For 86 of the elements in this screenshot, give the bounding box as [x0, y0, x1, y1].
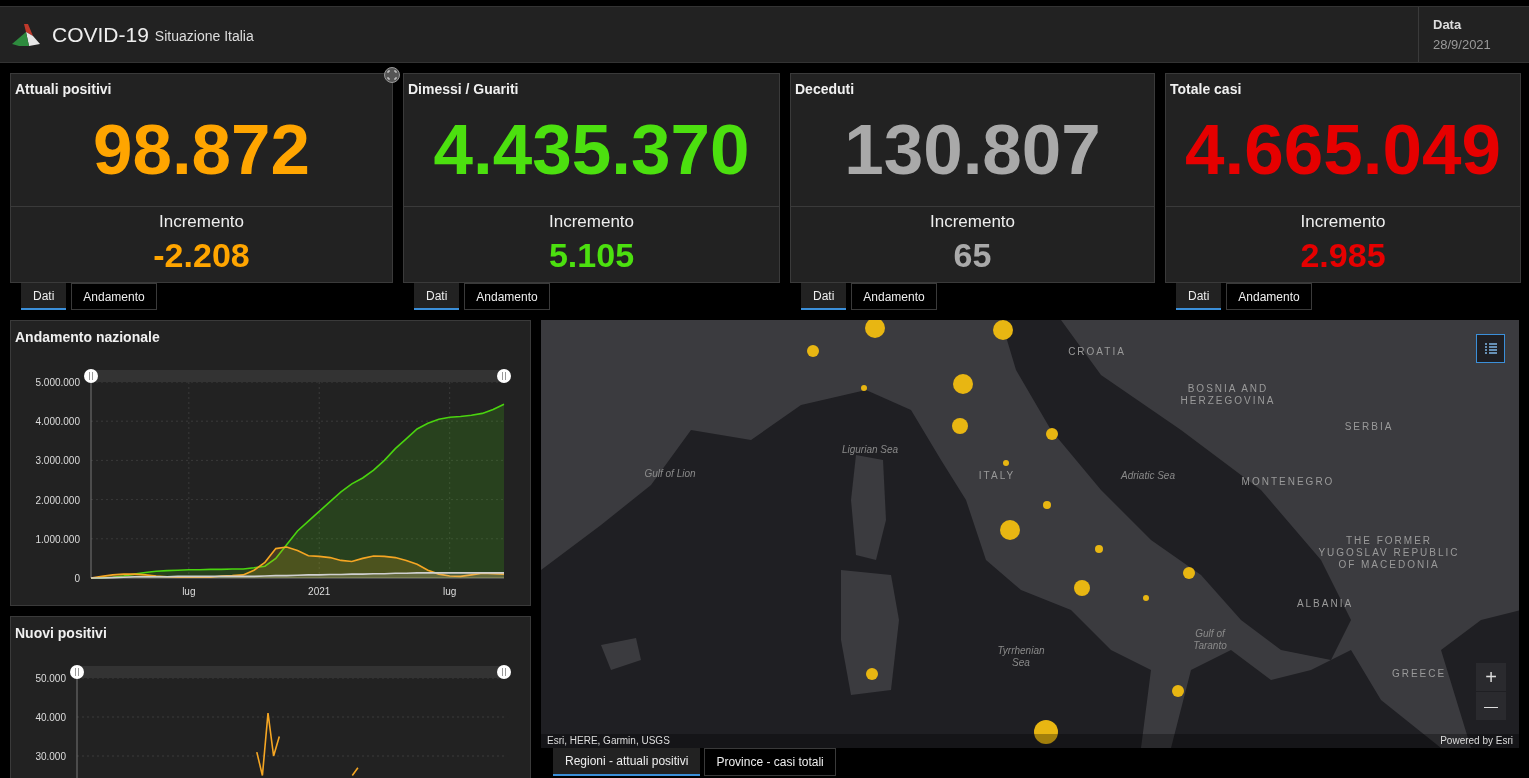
- axis-label: 0: [74, 573, 80, 584]
- tab[interactable]: Andamento: [851, 283, 937, 310]
- tab[interactable]: Dati: [1176, 283, 1222, 310]
- tab[interactable]: Andamento: [464, 283, 550, 310]
- axis-label: 2021: [308, 586, 331, 597]
- legend-button[interactable]: [1476, 334, 1505, 363]
- tab[interactable]: Dati: [414, 283, 460, 310]
- axis-label: 3.000.000: [35, 455, 80, 467]
- axis-label: 2.000.000: [35, 494, 80, 506]
- map-marker[interactable]: [1172, 685, 1184, 697]
- axis-label: lug: [443, 586, 457, 597]
- map-label: GREECE: [1391, 668, 1447, 680]
- card-increment: 2.985: [1299, 234, 1387, 275]
- tab[interactable]: Andamento: [1226, 283, 1312, 310]
- card-value: 4.435.370: [432, 110, 751, 190]
- map-marker[interactable]: [952, 418, 968, 434]
- card-value: 130.807: [843, 110, 1102, 190]
- card-label: Incremento: [547, 211, 635, 233]
- card-label: Incremento: [1299, 211, 1387, 233]
- axis-label: lug: [182, 586, 196, 597]
- card-title: Attuali positivi: [15, 80, 113, 99]
- axis-label: 50.000: [35, 673, 66, 684]
- map-label: CROATIA: [1068, 346, 1126, 358]
- card-value: 98.872: [91, 110, 312, 190]
- map-marker[interactable]: [1046, 428, 1058, 440]
- map-label: Gulf of Taranto: [1192, 628, 1228, 652]
- card-increment: -2.208: [152, 234, 251, 275]
- map-marker[interactable]: [1183, 567, 1195, 579]
- map-marker[interactable]: [1000, 520, 1020, 540]
- map-marker[interactable]: [993, 320, 1013, 340]
- expand-icon[interactable]: [384, 67, 400, 83]
- map-label: ITALY: [978, 470, 1016, 482]
- axis-label: 40.000: [35, 712, 66, 723]
- card-increment: 65: [952, 234, 993, 275]
- card-title: Deceduti: [795, 80, 856, 99]
- map-marker[interactable]: [1003, 460, 1009, 466]
- tab[interactable]: Regioni - attuali positivi: [553, 748, 701, 776]
- axis-label: 5.000.000: [35, 377, 80, 388]
- slider-handle[interactable]: [70, 665, 84, 679]
- map-marker[interactable]: [866, 668, 878, 680]
- card-increment: 5.105: [547, 234, 636, 275]
- map-label: Gulf of Lion: [644, 468, 696, 480]
- map-marker[interactable]: [807, 345, 819, 357]
- map-marker[interactable]: [861, 385, 867, 391]
- axis-label: 1.000.000: [35, 533, 80, 545]
- list-icon: [1482, 340, 1499, 357]
- map-attribution[interactable]: Powered by Esri: [1440, 734, 1513, 748]
- map-label: Tyrrhenian Sea: [996, 645, 1046, 669]
- slider-handle[interactable]: [497, 665, 511, 679]
- map-label: ALBANIA: [1296, 598, 1354, 610]
- card-title: Totale casi: [1170, 80, 1243, 99]
- map-label: Ligurian Sea: [841, 444, 899, 456]
- chart-title: Nuovi positivi: [15, 624, 108, 643]
- map-marker[interactable]: [1074, 580, 1090, 596]
- map-label: Adriatic Sea: [1121, 470, 1175, 482]
- map-marker[interactable]: [953, 374, 973, 394]
- card-label: Incremento: [157, 211, 245, 233]
- map-marker[interactable]: [1043, 501, 1051, 509]
- map-label: SERBIA: [1344, 421, 1394, 433]
- zoom-out-button[interactable]: —: [1476, 692, 1506, 720]
- axis-label: 30.000: [35, 751, 66, 762]
- zoom-in-button[interactable]: +: [1476, 663, 1506, 691]
- map-marker[interactable]: [1143, 595, 1149, 601]
- app-title: COVID-19: [52, 21, 149, 48]
- map-marker[interactable]: [865, 320, 885, 338]
- map-label: MONTENEGRO: [1241, 476, 1335, 488]
- tab[interactable]: Dati: [21, 283, 67, 310]
- map-label: BOSNIA AND HERZEGOVINA: [1179, 383, 1277, 407]
- map-marker[interactable]: [1034, 720, 1058, 744]
- logo-icon: [11, 21, 41, 48]
- tab[interactable]: Andamento: [71, 283, 157, 310]
- map-label: THE FORMER YUGOSLAV REPUBLIC OF MACEDONIA: [1317, 535, 1461, 571]
- chart-title: Andamento nazionale: [15, 328, 161, 347]
- card-value: 4.665.049: [1184, 110, 1502, 190]
- date-value: 28/9/2021: [1433, 35, 1492, 54]
- date-label: Data: [1433, 16, 1463, 34]
- slider-handle[interactable]: [84, 369, 98, 383]
- app-subtitle: Situazione Italia: [154, 27, 254, 46]
- tab[interactable]: Province - casi totali: [704, 748, 836, 776]
- axis-label: 4.000.000: [35, 416, 80, 428]
- map-marker[interactable]: [1095, 545, 1103, 553]
- card-title: Dimessi / Guariti: [408, 80, 520, 99]
- map-attribution: Esri, HERE, Garmin, USGS: [547, 734, 670, 748]
- slider-handle[interactable]: [497, 369, 511, 383]
- tab[interactable]: Dati: [801, 283, 847, 310]
- card-label: Incremento: [928, 211, 1016, 233]
